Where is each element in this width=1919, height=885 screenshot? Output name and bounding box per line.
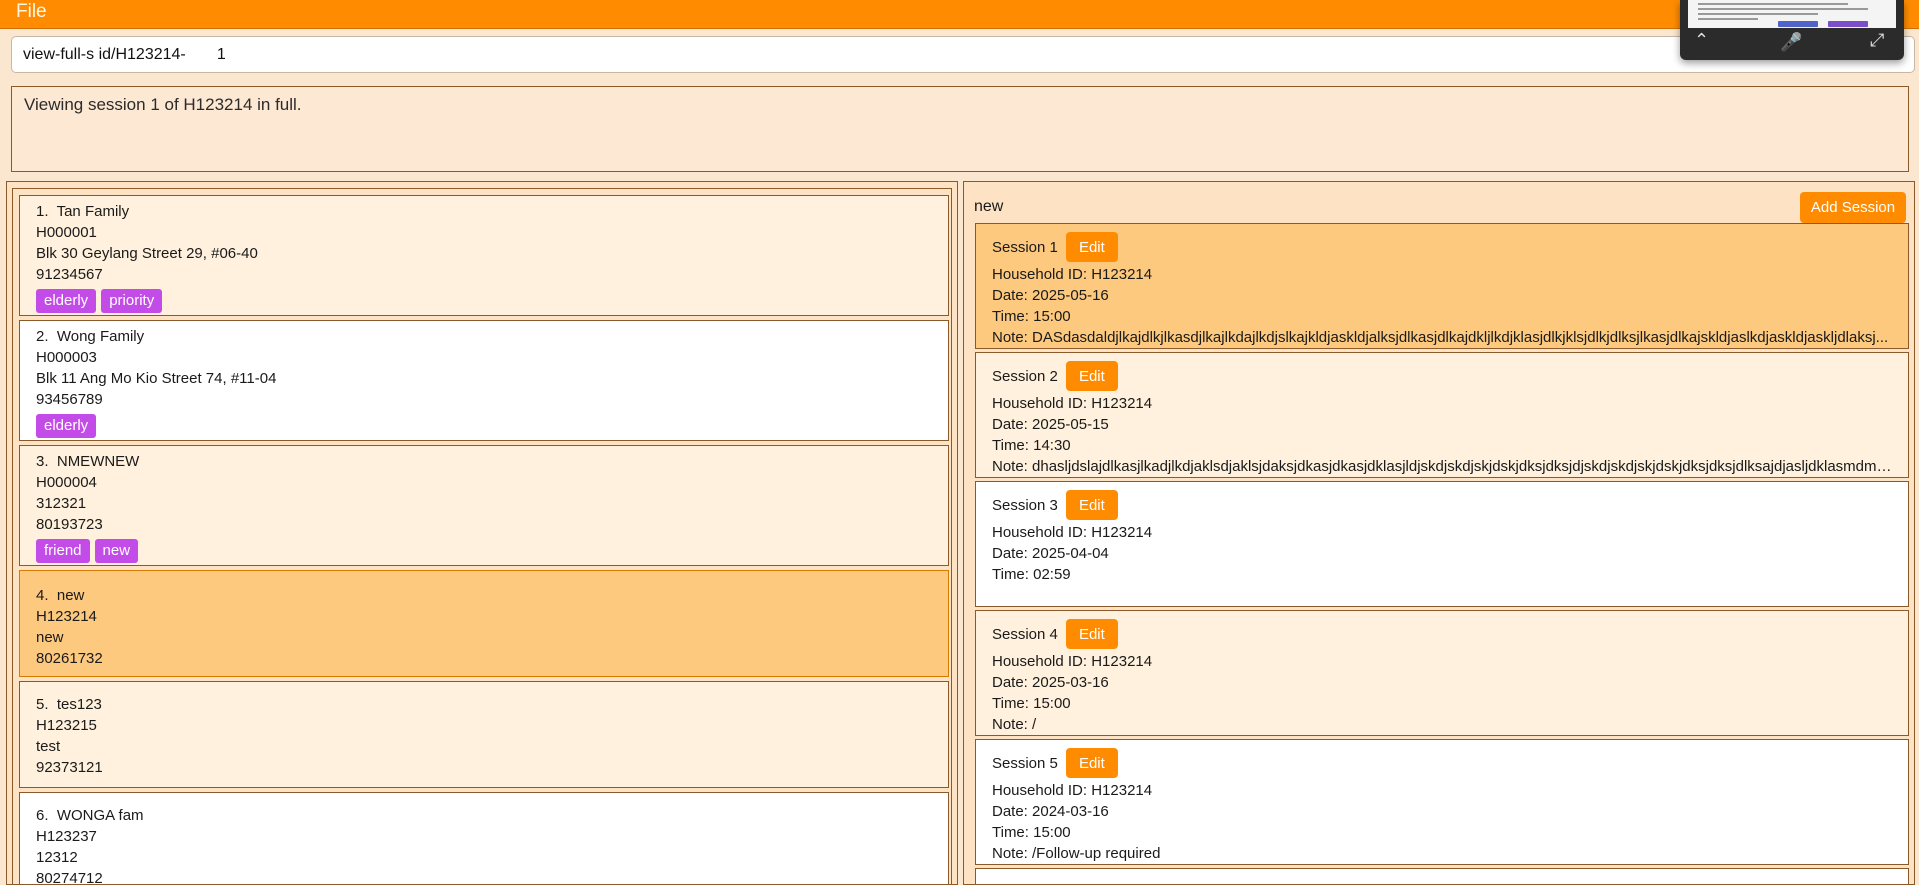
- household-address: 312321: [36, 495, 87, 512]
- command-input[interactable]: view-full-s id/H123214- 1: [11, 36, 1915, 73]
- household-id: H123237: [36, 828, 97, 845]
- household-name: 5. tes123: [36, 696, 102, 713]
- household-card[interactable]: 2. Wong Family H000003 Blk 11 Ang Mo Kio…: [19, 320, 949, 441]
- session-household-id: Household ID: H123214: [992, 395, 1153, 412]
- session-household-id: Household ID: H123214: [992, 266, 1153, 283]
- household-card[interactable]: 6. WONGA fam H123237 12312 80274712: [19, 792, 949, 885]
- household-phone: 93456789: [36, 391, 103, 408]
- session-note: Note: DASdasdaldjlkajdlkjlkasdjlkajlkdaj…: [992, 329, 1889, 346]
- session-card[interactable]: [975, 868, 1909, 884]
- session-card[interactable]: Session 3 Edit Household ID: H123214 Dat…: [975, 481, 1909, 607]
- result-display: Viewing session 1 of H123214 in full.: [11, 86, 1909, 172]
- household-id: H123214: [36, 608, 97, 625]
- session-date: Date: 2024-03-16: [992, 803, 1109, 820]
- session-title: Session 1: [992, 238, 1058, 256]
- command-area: view-full-s id/H123214- 1: [0, 29, 1919, 81]
- household-card[interactable]: 1. Tan Family H000001 Blk 30 Geylang Str…: [19, 195, 949, 316]
- edit-session-button[interactable]: Edit: [1065, 490, 1118, 520]
- household-address: new: [36, 629, 64, 646]
- edit-session-button[interactable]: Edit: [1065, 619, 1118, 649]
- session-note: Note: /: [992, 716, 1037, 733]
- household-phone: 80261732: [36, 650, 103, 667]
- file-menu[interactable]: File: [16, 1, 47, 23]
- chevron-up-icon[interactable]: ⌃: [1694, 30, 1709, 50]
- household-list-panel: 1. Tan Family H000001 Blk 30 Geylang Str…: [6, 181, 958, 885]
- household-address: 12312: [36, 849, 78, 866]
- household-card-selected[interactable]: 4. new H123214 new 80261732: [19, 570, 949, 677]
- session-title: Session 4: [992, 625, 1058, 643]
- session-time: Time: 15:00: [992, 824, 1071, 841]
- session-detail-panel: new Add Session Session 1 Edit Household…: [963, 181, 1915, 885]
- session-card[interactable]: Session 5 Edit Household ID: H123214 Dat…: [975, 739, 1909, 865]
- microphone-muted-icon[interactable]: 🎤: [1780, 32, 1802, 52]
- session-note: Note: dhasljdslajdlkasjlkadjlkdjaklsdjak…: [992, 458, 1892, 475]
- household-name: 3. NMEWNEW: [36, 453, 140, 470]
- household-phone: 80274712: [36, 870, 103, 885]
- household-address: test: [36, 738, 61, 755]
- session-household-id: Household ID: H123214: [992, 524, 1153, 541]
- session-date: Date: 2025-04-04: [992, 545, 1109, 562]
- household-id: H123215: [36, 717, 97, 734]
- expand-icon[interactable]: ⤢: [1870, 30, 1884, 50]
- menu-bar: File: [0, 0, 1919, 29]
- household-name: 1. Tan Family: [36, 203, 130, 220]
- household-card[interactable]: 3. NMEWNEW H000004 312321 80193723 frien…: [19, 445, 949, 566]
- household-address: Blk 30 Geylang Street 29, #06-40: [36, 245, 258, 262]
- household-id: H000001: [36, 224, 97, 241]
- household-address: Blk 11 Ang Mo Kio Street 74, #11-04: [36, 370, 277, 387]
- session-date: Date: 2025-05-16: [992, 287, 1109, 304]
- household-phone: 80193723: [36, 516, 103, 533]
- tag-list: elderly priority: [36, 289, 932, 313]
- session-time: Time: 14:30: [992, 437, 1071, 454]
- session-date: Date: 2025-03-16: [992, 674, 1109, 691]
- session-date: Date: 2025-05-15: [992, 416, 1109, 433]
- household-id: H000004: [36, 474, 97, 491]
- tag-list: friend new: [36, 539, 932, 563]
- session-time: Time: 15:00: [992, 308, 1071, 325]
- tag-badge: priority: [101, 289, 163, 313]
- session-time: Time: 15:00: [992, 695, 1071, 712]
- household-phone: 92373121: [36, 759, 103, 776]
- household-id: H000003: [36, 349, 97, 366]
- tag-badge: elderly: [36, 289, 97, 313]
- edit-session-button[interactable]: Edit: [1065, 748, 1118, 778]
- selected-household-name: new: [974, 198, 1004, 215]
- recording-preview-thumbnail: [1688, 0, 1896, 28]
- household-name: 6. WONGA fam: [36, 807, 144, 824]
- session-note: Note: /Follow-up required: [992, 845, 1161, 862]
- screen-recorder-overlay: ⌃ 🎤 ⤢: [1680, 0, 1904, 60]
- tag-badge: friend: [36, 539, 90, 563]
- household-list[interactable]: 1. Tan Family H000001 Blk 30 Geylang Str…: [12, 188, 952, 885]
- session-card-selected[interactable]: Session 1 Edit Household ID: H123214 Dat…: [975, 223, 1909, 349]
- tag-badge: elderly: [36, 414, 97, 438]
- tag-badge: new: [94, 539, 139, 563]
- session-household-id: Household ID: H123214: [992, 782, 1153, 799]
- household-phone: 91234567: [36, 266, 103, 283]
- household-name: 2. Wong Family: [36, 328, 145, 345]
- edit-session-button[interactable]: Edit: [1065, 361, 1118, 391]
- household-name: 4. new: [36, 587, 85, 604]
- edit-session-button[interactable]: Edit: [1065, 232, 1118, 262]
- session-time: Time: 02:59: [992, 566, 1071, 583]
- session-title: Session 3: [992, 496, 1058, 514]
- session-card[interactable]: Session 4 Edit Household ID: H123214 Dat…: [975, 610, 1909, 736]
- add-session-button[interactable]: Add Session: [1800, 192, 1906, 223]
- tag-list: elderly: [36, 414, 932, 438]
- session-title: Session 5: [992, 754, 1058, 772]
- result-message: Viewing session 1 of H123214 in full.: [24, 95, 302, 114]
- session-card[interactable]: Session 2 Edit Household ID: H123214 Dat…: [975, 352, 1909, 478]
- household-card[interactable]: 5. tes123 H123215 test 92373121: [19, 681, 949, 788]
- session-household-id: Household ID: H123214: [992, 653, 1153, 670]
- session-title: Session 2: [992, 367, 1058, 385]
